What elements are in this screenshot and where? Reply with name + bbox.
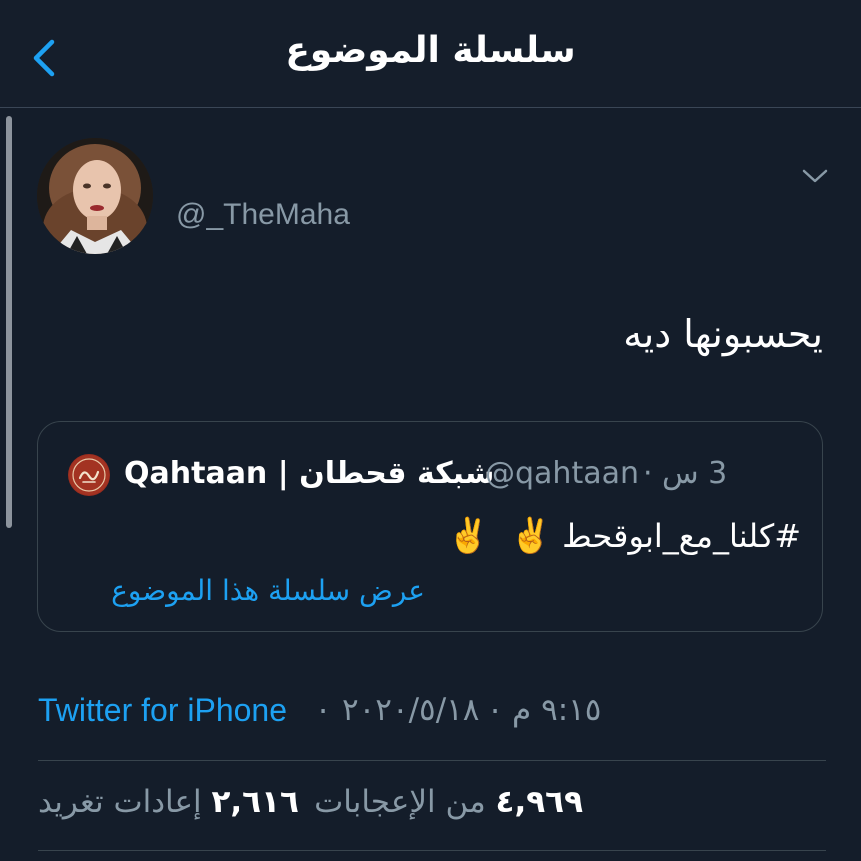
meta-separator: · xyxy=(490,692,501,730)
divider xyxy=(38,760,826,761)
avatar-image xyxy=(37,138,153,254)
retweets-stat[interactable]: ٢,٦١٦ إعادات تغريد xyxy=(38,784,299,820)
likes-label: من الإعجابات xyxy=(314,784,486,820)
quoted-separator: · xyxy=(643,456,653,491)
likes-count: ٤,٩٦٩ xyxy=(495,784,583,820)
chevron-down-icon xyxy=(802,169,828,183)
quoted-timestamp: 3 س xyxy=(662,456,728,491)
hashtag-link[interactable]: #كلنا_مع_ابوقحط xyxy=(562,517,801,555)
quoted-text: #كلنا_مع_ابوقحط ✌️ ✌️ xyxy=(437,516,801,556)
tweet-text: يحسبونها ديه xyxy=(623,312,823,356)
qahtaan-logo-icon xyxy=(69,455,109,495)
likes-stat[interactable]: ٤,٩٦٩ من الإعجابات xyxy=(314,784,583,820)
thread-line xyxy=(6,116,12,528)
top-bar: سلسلة الموضوع xyxy=(0,0,861,108)
page-title: سلسلة الموضوع xyxy=(285,30,576,71)
victory-hand-icon: ✌️ xyxy=(447,516,490,556)
tweet-time: ٩:١٥ م xyxy=(512,692,602,728)
avatar[interactable] xyxy=(37,138,153,254)
author-username[interactable]: @_TheMaha xyxy=(176,198,350,232)
show-thread-link[interactable]: عرض سلسلة هذا الموضوع xyxy=(111,574,425,607)
quoted-handle: @qahtaan xyxy=(485,456,639,491)
source-link[interactable]: Twitter for iPhone xyxy=(38,692,287,729)
tweet-options-button[interactable] xyxy=(800,166,830,186)
victory-hand-icon: ✌️ xyxy=(509,516,552,556)
meta-separator: · xyxy=(318,692,329,730)
tweet-date: ٢٠٢٠/٥/١٨ xyxy=(342,692,480,728)
quoted-avatar xyxy=(68,454,110,496)
quoted-display-name: Qahtaan | شبكة قحطان xyxy=(124,456,495,491)
thread-screen: سلسلة الموضوع @_TheMaha يحسبونها ديه Qah… xyxy=(0,0,861,861)
divider xyxy=(38,850,826,851)
retweets-count: ٢,٦١٦ xyxy=(211,784,299,820)
retweets-label: إعادات تغريد xyxy=(38,784,202,820)
